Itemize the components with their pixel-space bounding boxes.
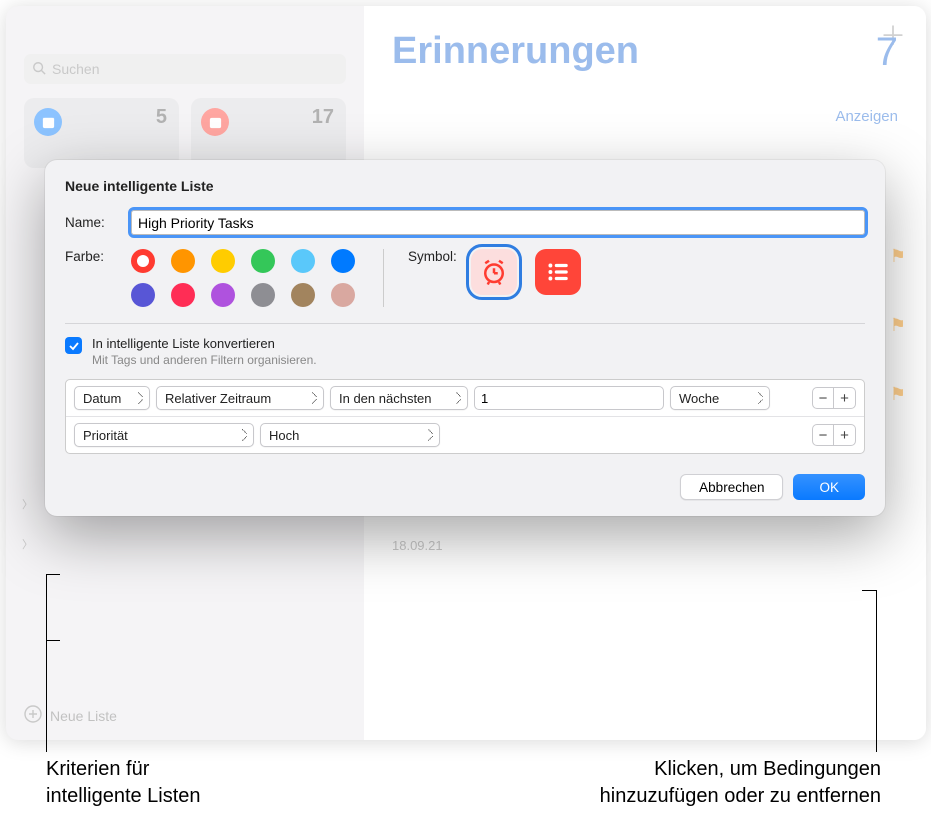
operator-popup[interactable]: Relativer Zeitraum xyxy=(156,386,324,410)
search-icon xyxy=(32,61,46,78)
color-swatch[interactable] xyxy=(131,283,155,307)
callout-left: Kriterien für intelligente Listen xyxy=(46,756,201,810)
name-label: Name: xyxy=(65,215,117,230)
flag-icon: ⚑ xyxy=(890,384,906,405)
callout-text: intelligente Listen xyxy=(46,783,201,810)
remove-row-button[interactable]: − xyxy=(812,424,834,446)
calendar-icon xyxy=(34,108,62,136)
color-swatch[interactable] xyxy=(211,249,235,273)
unit-popup[interactable]: Woche xyxy=(670,386,770,410)
color-grid xyxy=(131,249,359,307)
disclosure-icon[interactable]: 〉 xyxy=(22,496,33,512)
flag-icon: ⚑ xyxy=(890,246,906,267)
divider xyxy=(65,323,865,324)
flag-column: ⚑ ⚑ ⚑ xyxy=(890,246,906,405)
disclosure-icon[interactable]: 〉 xyxy=(22,536,33,552)
number-input[interactable] xyxy=(474,386,664,410)
criteria-box: Datum Relativer Zeitraum In den nächsten… xyxy=(65,379,865,454)
search-placeholder: Suchen xyxy=(52,61,99,77)
convert-checkbox[interactable] xyxy=(65,337,82,354)
color-swatch[interactable] xyxy=(171,283,195,307)
criteria-row: Priorität Hoch − + xyxy=(66,416,864,453)
list-title: Erinnerungen xyxy=(392,30,898,73)
color-swatch[interactable] xyxy=(131,249,155,273)
flag-icon: ⚑ xyxy=(890,315,906,336)
cancel-button[interactable]: Abbrechen xyxy=(680,474,783,500)
callout-text: Klicken, um Bedingungen xyxy=(600,756,881,783)
divider xyxy=(383,249,384,307)
symbol-list-icon[interactable] xyxy=(535,249,581,295)
item-date: 18.09.21 xyxy=(392,538,443,553)
add-row-button[interactable]: + xyxy=(834,424,856,446)
value-popup[interactable]: Hoch xyxy=(260,423,440,447)
list-count: 7 xyxy=(876,30,898,75)
callout-line xyxy=(876,590,877,752)
add-row-button[interactable]: + xyxy=(834,387,856,409)
convert-sublabel: Mit Tags und anderen Filtern organisiere… xyxy=(92,353,317,367)
today-count: 5 xyxy=(156,106,167,129)
new-list-button[interactable]: Neue Liste xyxy=(24,705,117,726)
new-list-label: Neue Liste xyxy=(50,708,117,724)
color-swatch[interactable] xyxy=(171,249,195,273)
callout-text: hinzuzufügen oder zu entfernen xyxy=(600,783,881,810)
callout-right: Klicken, um Bedingungen hinzuzufügen ode… xyxy=(600,756,881,810)
field-popup[interactable]: Priorität xyxy=(74,423,254,447)
callout-text: Kriterien für xyxy=(46,756,201,783)
callout-line xyxy=(862,590,876,591)
callout-line xyxy=(46,574,60,575)
plus-circle-icon xyxy=(24,705,42,726)
color-swatch[interactable] xyxy=(251,249,275,273)
search-field[interactable]: Suchen xyxy=(24,54,346,84)
color-swatch[interactable] xyxy=(251,283,275,307)
color-swatch[interactable] xyxy=(211,283,235,307)
show-button[interactable]: Anzeigen xyxy=(835,108,898,125)
remove-row-button[interactable]: − xyxy=(812,387,834,409)
symbol-clock-icon[interactable] xyxy=(471,249,517,295)
field-popup[interactable]: Datum xyxy=(74,386,150,410)
new-smart-list-dialog: Neue intelligente Liste Name: Farbe: Sym… xyxy=(45,160,885,516)
color-swatch[interactable] xyxy=(331,249,355,273)
scheduled-count: 17 xyxy=(312,106,334,129)
calendar-red-icon xyxy=(201,108,229,136)
scheduled-card[interactable]: 17 xyxy=(191,98,346,168)
color-swatch[interactable] xyxy=(291,249,315,273)
ok-button[interactable]: OK xyxy=(793,474,865,500)
criteria-row: Datum Relativer Zeitraum In den nächsten… xyxy=(66,380,864,416)
today-card[interactable]: 5 xyxy=(24,98,179,168)
color-label: Farbe: xyxy=(65,249,117,264)
convert-label: In intelligente Liste konvertieren xyxy=(92,336,317,351)
color-swatch[interactable] xyxy=(331,283,355,307)
dialog-title: Neue intelligente Liste xyxy=(65,178,865,194)
callout-line xyxy=(46,640,60,641)
callout-line xyxy=(46,574,47,752)
color-swatch[interactable] xyxy=(291,283,315,307)
range-popup[interactable]: In den nächsten xyxy=(330,386,468,410)
symbol-label: Symbol: xyxy=(408,249,457,264)
name-input[interactable] xyxy=(131,210,865,235)
